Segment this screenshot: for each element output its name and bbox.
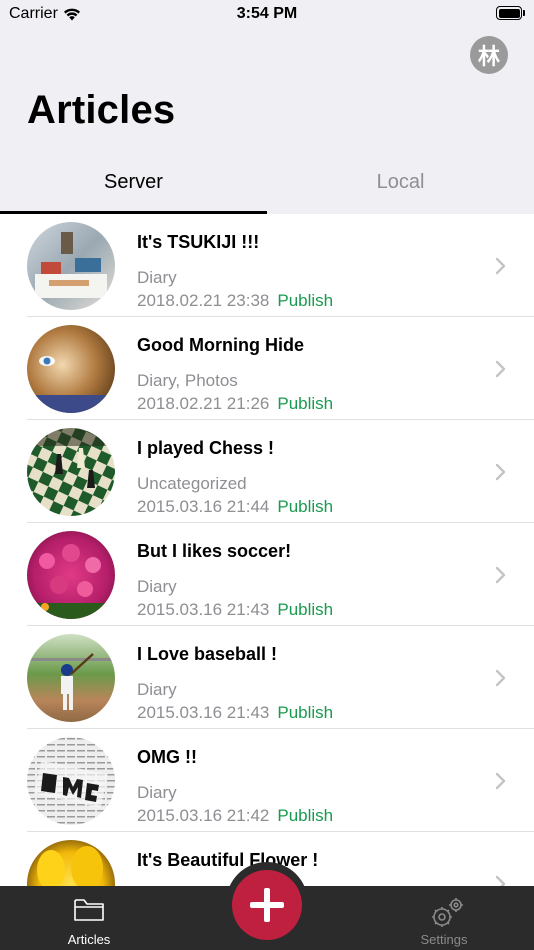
article-thumbnail (27, 428, 115, 516)
article-date: 2018.02.21 21:26 (137, 394, 270, 413)
status-time: 3:54 PM (236, 5, 298, 22)
user-avatar[interactable]: 林 (470, 36, 508, 74)
article-title: OMG !! (137, 747, 197, 767)
chevron-right-icon (495, 566, 506, 584)
article-status: Publish (277, 394, 334, 413)
article-meta: 2018.02.21 21:26 Publish (137, 394, 333, 414)
article-row[interactable]: OMG !! Diary 2015.03.16 21:42 Publish (0, 729, 534, 832)
article-category: Diary (137, 680, 177, 699)
article-category: Uncategorized (137, 474, 247, 493)
article-meta: 2015.03.16 21:44 Publish (137, 497, 333, 517)
article-status: Publish (277, 806, 334, 825)
article-meta: 2015.03.16 21:43 Publish (137, 600, 333, 620)
article-title: But I likes soccer! (137, 541, 292, 561)
article-thumbnail (27, 840, 115, 886)
chevron-right-icon (495, 257, 506, 275)
page-title: Articles (27, 88, 176, 132)
article-date: 2015.03.16 21:43 (137, 703, 270, 722)
article-meta: 2018.02.21 23:38 Publish (137, 291, 333, 311)
gear-icon (432, 898, 463, 927)
article-thumbnail (27, 634, 115, 722)
article-title: Good Morning Hide (137, 335, 304, 355)
article-date: 2015.03.16 21:42 (137, 806, 270, 825)
segmented-tabs: Server Local (0, 160, 534, 214)
add-article-button[interactable] (232, 870, 302, 940)
article-category: Diary (137, 268, 177, 287)
article-category: Diary, Photos (137, 371, 238, 390)
article-row[interactable]: But I likes soccer! Diary 2015.03.16 21:… (0, 523, 534, 626)
chevron-right-icon (495, 772, 506, 790)
article-meta: 2015.03.16 21:43 Publish (137, 703, 333, 723)
battery-icon (496, 6, 526, 21)
folder-icon (74, 899, 104, 921)
chevron-right-icon (495, 463, 506, 481)
tab-server[interactable]: Server (0, 160, 267, 214)
article-thumbnail (27, 325, 115, 413)
article-status: Publish (277, 291, 334, 310)
article-list[interactable]: It's TSUKIJI !!! Diary 2018.02.21 23:38 P… (0, 214, 534, 886)
article-category: Diary (137, 783, 177, 802)
chevron-right-icon (495, 360, 506, 378)
article-date: 2015.03.16 21:43 (137, 600, 270, 619)
tabbar-label-settings: Settings (420, 932, 468, 947)
article-row[interactable]: I played Chess ! Uncategorized 2015.03.1… (0, 420, 534, 523)
chevron-right-icon (495, 875, 506, 886)
article-status: Publish (277, 600, 334, 619)
status-bar: Carrier 3:54 PM (0, 0, 534, 30)
article-title: I Love baseball ! (137, 644, 278, 664)
article-row[interactable]: It's TSUKIJI !!! Diary 2018.02.21 23:38 P… (0, 214, 534, 317)
chevron-right-icon (495, 669, 506, 687)
tab-local[interactable]: Local (267, 160, 534, 214)
article-row[interactable]: Good Morning Hide Diary, Photos 2018.02.… (0, 317, 534, 420)
article-date: 2015.03.16 21:44 (137, 497, 270, 516)
article-status: Publish (277, 703, 334, 722)
article-status: Publish (277, 497, 334, 516)
article-row[interactable]: I Love baseball ! Diary 2015.03.16 21:43… (0, 626, 534, 729)
article-title: I played Chess ! (137, 438, 275, 458)
article-title: It's Beautiful Flower ! (137, 850, 319, 870)
article-category: Diary (137, 577, 177, 596)
article-title: It's TSUKIJI !!! (137, 232, 260, 252)
tabbar-item-articles[interactable]: Articles (29, 886, 149, 950)
article-thumbnail (27, 737, 115, 825)
article-thumbnail (27, 531, 115, 619)
article-meta: 2015.03.16 21:42 Publish (137, 806, 333, 826)
tabbar-item-settings[interactable]: Settings (384, 886, 504, 950)
navigation-header: Carrier 3:54 PM 林 Articles Server Local (0, 0, 534, 214)
tabbar-label-articles: Articles (67, 932, 111, 947)
article-date: 2018.02.21 23:38 (137, 291, 270, 310)
article-thumbnail (27, 222, 115, 310)
